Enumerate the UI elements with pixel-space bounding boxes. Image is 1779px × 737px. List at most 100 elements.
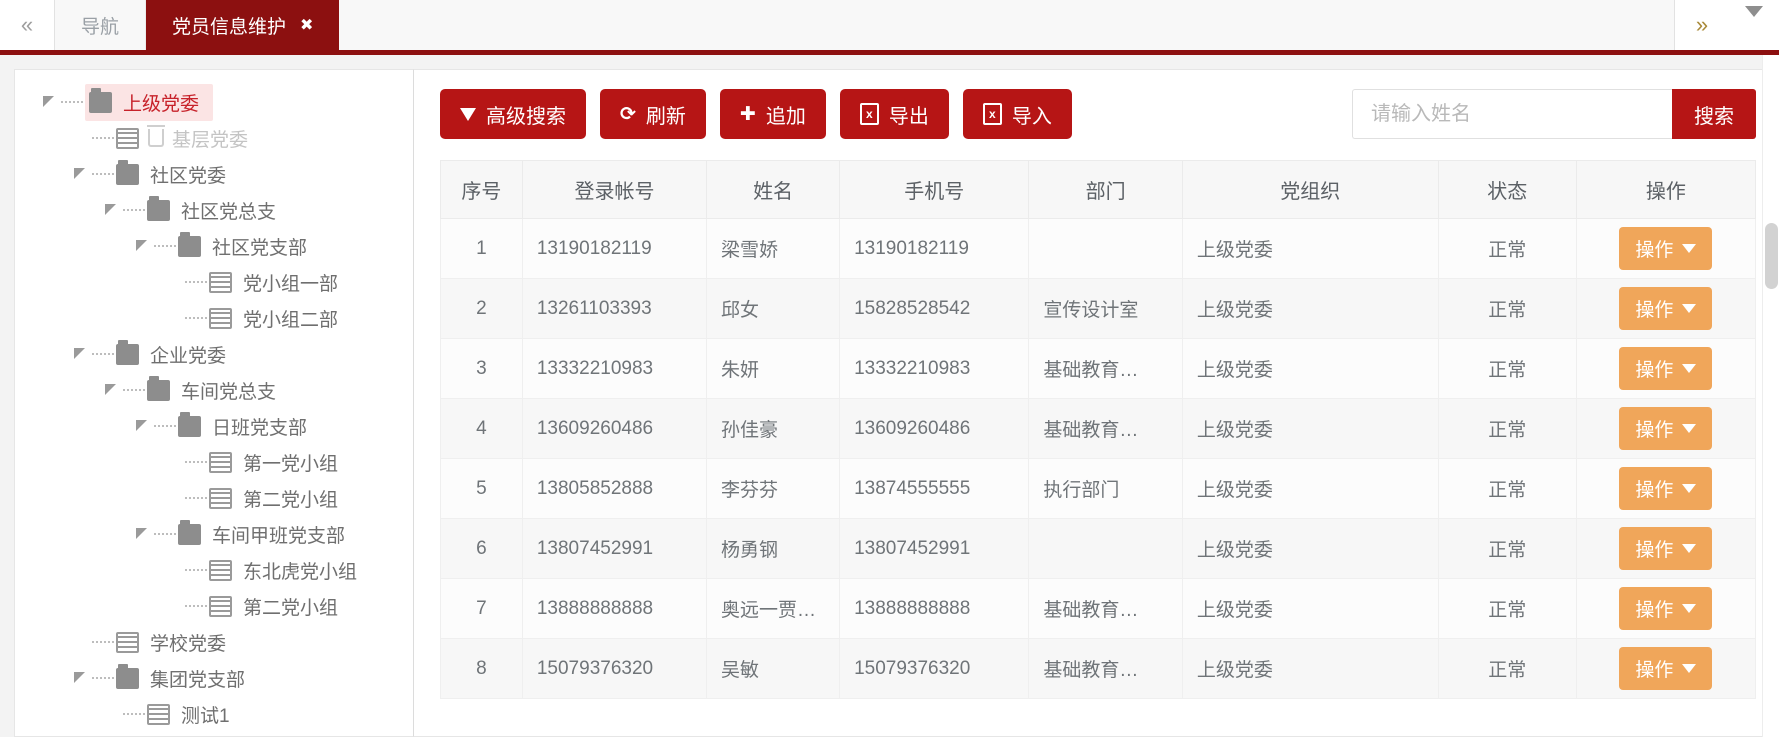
import-label: 导入 xyxy=(1011,105,1052,128)
tree-expand-arrow-icon[interactable] xyxy=(41,84,61,120)
tree-node-15[interactable]: 学校党委 xyxy=(15,624,413,660)
scrollbar-thumb[interactable] xyxy=(1765,223,1778,289)
tree-node-label: 社区党支部 xyxy=(212,237,308,259)
tree-node-label: 日班党支部 xyxy=(212,417,308,439)
tree-connector-line xyxy=(123,713,145,715)
tree-expand-arrow-icon[interactable] xyxy=(103,372,123,408)
add-button[interactable]: ✚ 追加 xyxy=(719,89,826,139)
tree-connector-line xyxy=(154,245,176,247)
tree-expand-arrow-icon[interactable] xyxy=(134,228,154,264)
cell-account: 13888888888 xyxy=(521,578,708,639)
tree-connector-line xyxy=(123,209,145,211)
cell-no: 6 xyxy=(440,518,523,579)
tree-node-label: 党小组一部 xyxy=(243,273,339,295)
row-action-button[interactable]: 操作 xyxy=(1619,407,1713,450)
tree-node-5[interactable]: 党小组一部 xyxy=(15,264,413,300)
row-action-button[interactable]: 操作 xyxy=(1619,647,1713,690)
advanced-search-label: 高级搜索 xyxy=(486,105,566,128)
tree-node-10[interactable]: 第一党小组 xyxy=(15,444,413,480)
tree-expand-arrow-icon[interactable] xyxy=(72,156,92,192)
trash-icon[interactable] xyxy=(147,125,165,147)
tree-node-13[interactable]: 东北虎党小组 xyxy=(15,552,413,588)
tree-connector-line xyxy=(92,353,114,355)
search-input[interactable] xyxy=(1352,89,1672,139)
row-action-label: 操作 xyxy=(1635,660,1674,681)
tabs-scroll-right-button[interactable]: » xyxy=(1674,0,1729,50)
tree-node-label: 学校党委 xyxy=(150,633,227,655)
column-header-1: 登录帐号 xyxy=(521,160,708,219)
cell-name: 邱女 xyxy=(706,278,841,339)
tree-expand-arrow-icon[interactable] xyxy=(72,660,92,696)
chevron-down-icon xyxy=(1745,6,1763,17)
page-scrollbar[interactable] xyxy=(1762,55,1779,737)
tree-node-11[interactable]: 第二党小组 xyxy=(15,480,413,516)
close-icon[interactable]: ✖ xyxy=(300,15,313,35)
cell-phone: 13332210983 xyxy=(839,338,1030,399)
tree-node-content: 社区党支部 xyxy=(178,231,309,262)
search-area: 搜索 xyxy=(1352,89,1756,139)
tab-bar: « 导航 党员信息维护 ✖ » xyxy=(0,0,1779,55)
cell-no: 4 xyxy=(440,398,523,459)
tree-expand-arrow-icon[interactable] xyxy=(72,336,92,372)
column-header-0: 序号 xyxy=(440,160,523,219)
advanced-search-button[interactable]: 高级搜索 xyxy=(440,89,586,139)
cell-account: 13190182119 xyxy=(521,218,708,279)
tree-node-content: 党小组一部 xyxy=(209,267,340,298)
tree-node-content: 学校党委 xyxy=(116,627,228,658)
tree-node-4[interactable]: 社区党支部 xyxy=(15,228,413,264)
tree-node-8[interactable]: 车间党总支 xyxy=(15,372,413,408)
tree-node-1[interactable]: 基层党委 xyxy=(15,120,413,156)
cell-status: 正常 xyxy=(1437,338,1577,399)
tree-connector-line xyxy=(185,317,207,319)
cell-phone: 13609260486 xyxy=(839,398,1030,459)
row-action-button[interactable]: 操作 xyxy=(1619,287,1713,330)
table-row: 6 13807452991 杨勇钢 13807452991 上级党委 正常 操作 xyxy=(440,518,1757,579)
refresh-button[interactable]: ⟳ 刷新 xyxy=(600,89,706,139)
table-row: 1 13190182119 梁雪娇 13190182119 上级党委 正常 操作 xyxy=(440,218,1757,279)
tree-node-3[interactable]: 社区党总支 xyxy=(15,192,413,228)
cell-action: 操作 xyxy=(1575,458,1757,519)
export-button[interactable]: x 导出 xyxy=(839,89,949,139)
import-button[interactable]: x 导入 xyxy=(962,89,1072,139)
tabs-menu-button[interactable] xyxy=(1729,0,1779,50)
tree-expand-arrow-icon[interactable] xyxy=(134,516,154,552)
row-action-button[interactable]: 操作 xyxy=(1619,227,1713,270)
tree-node-9[interactable]: 日班党支部 xyxy=(15,408,413,444)
chevron-down-icon xyxy=(1682,664,1697,673)
tree-node-0[interactable]: 上级党委 xyxy=(15,83,413,121)
tree-connector-line xyxy=(92,641,114,643)
tree-expand-arrow-icon[interactable] xyxy=(134,408,154,444)
cell-action: 操作 xyxy=(1575,638,1757,699)
row-action-button[interactable]: 操作 xyxy=(1619,467,1713,510)
cell-org: 上级党委 xyxy=(1181,278,1439,339)
tree-node-17[interactable]: 测试1 xyxy=(15,696,413,732)
tab-bar-right-controls: » xyxy=(1674,0,1779,50)
tree-expand-arrow-icon[interactable] xyxy=(103,192,123,228)
doc-icon xyxy=(209,271,232,293)
tree-node-2[interactable]: 社区党委 xyxy=(15,156,413,192)
doc-icon xyxy=(116,631,139,653)
tree-node-16[interactable]: 集团党支部 xyxy=(15,660,413,696)
tree-node-6[interactable]: 党小组二部 xyxy=(15,300,413,336)
search-button[interactable]: 搜索 xyxy=(1672,89,1756,139)
cell-phone: 13807452991 xyxy=(839,518,1030,579)
tab-party-member-maintenance[interactable]: 党员信息维护 ✖ xyxy=(146,0,340,50)
row-action-button[interactable]: 操作 xyxy=(1619,587,1713,630)
row-action-button[interactable]: 操作 xyxy=(1619,527,1713,570)
row-action-button[interactable]: 操作 xyxy=(1619,347,1713,390)
cell-status: 正常 xyxy=(1437,218,1577,279)
tab-nav[interactable]: 导航 xyxy=(55,0,147,50)
tree-node-14[interactable]: 第二党小组 xyxy=(15,588,413,624)
tree-node-content: 集团党支部 xyxy=(116,663,247,694)
tree-node-7[interactable]: 企业党委 xyxy=(15,336,413,372)
cell-account: 13807452991 xyxy=(521,518,708,579)
member-table: 序号 登录帐号 姓名 手机号 部门 党组织 状态 操作 1 13190182119 梁雪娇 1319… xyxy=(440,160,1757,699)
tabs-scroll-left-button[interactable]: « xyxy=(0,0,55,50)
tree-node-content: 社区党总支 xyxy=(147,195,278,226)
tree-connector-line xyxy=(185,497,207,499)
cell-org: 上级党委 xyxy=(1181,218,1439,279)
tree-node-12[interactable]: 车间甲班党支部 xyxy=(15,516,413,552)
add-label: 追加 xyxy=(765,105,806,128)
